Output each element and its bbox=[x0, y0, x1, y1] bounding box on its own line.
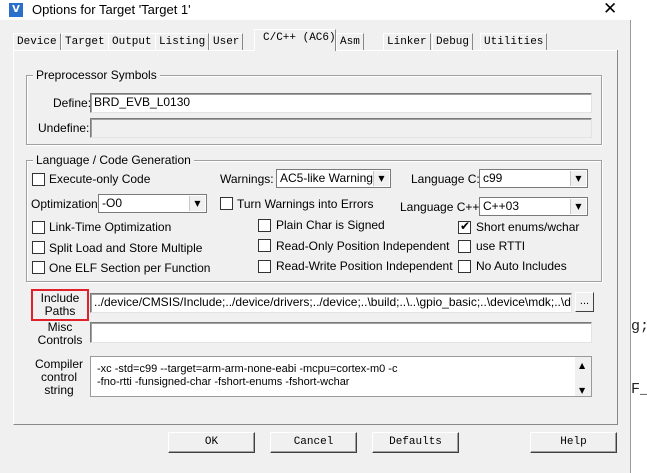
tab-target[interactable]: Target bbox=[61, 33, 109, 50]
close-icon[interactable]: ✕ bbox=[603, 0, 617, 19]
split-load-checkbox[interactable] bbox=[32, 241, 45, 254]
options-dialog: V Options for Target 'Target 1' ✕ Device… bbox=[0, 0, 631, 473]
misc-controls-label: Misc Controls bbox=[31, 321, 89, 347]
language-c-select[interactable]: c99 ▼ bbox=[479, 169, 588, 188]
undefine-input[interactable] bbox=[90, 118, 592, 138]
misc-controls-input[interactable] bbox=[90, 322, 592, 343]
chevron-down-icon: ▼ bbox=[570, 171, 586, 186]
compiler-string-line1: -xc -std=c99 --target=arm-arm-none-eabi … bbox=[97, 363, 398, 375]
warnings-label: Warnings: bbox=[220, 172, 274, 186]
include-paths-label-line2: Paths bbox=[44, 304, 76, 318]
lto-checkbox[interactable] bbox=[32, 221, 45, 234]
optimization-value: -O0 bbox=[102, 196, 123, 210]
tab-asm[interactable]: Asm bbox=[336, 33, 364, 50]
cancel-button[interactable]: Cancel bbox=[270, 432, 357, 453]
language-cpp-select[interactable]: C++03 ▼ bbox=[479, 197, 588, 216]
split-load-label: Split Load and Store Multiple bbox=[49, 241, 203, 255]
tab-listing[interactable]: Listing bbox=[155, 33, 210, 50]
turn-warnings-checkbox[interactable] bbox=[220, 197, 233, 210]
language-group-title: Language / Code Generation bbox=[33, 153, 194, 167]
plain-char-label: Plain Char is Signed bbox=[276, 218, 385, 232]
no-auto-includes-label: No Auto Includes bbox=[476, 259, 567, 273]
language-c-value: c99 bbox=[483, 171, 503, 185]
short-enums-label: Short enums/wchar bbox=[476, 220, 580, 234]
compiler-string-label-line3: string bbox=[44, 383, 74, 397]
short-enums-checkbox[interactable]: ✔ bbox=[458, 219, 471, 234]
optimization-label: Optimization: bbox=[31, 197, 102, 211]
misc-controls-label-line2: Controls bbox=[37, 333, 83, 347]
tab-device[interactable]: Device bbox=[13, 33, 61, 50]
rtti-checkbox[interactable] bbox=[458, 240, 471, 253]
checkmark-icon: ✔ bbox=[460, 219, 471, 233]
tab-user[interactable]: User bbox=[209, 33, 244, 50]
defaults-button[interactable]: Defaults bbox=[372, 432, 459, 453]
one-elf-label: One ELF Section per Function bbox=[49, 261, 211, 275]
scroll-down-icon[interactable]: ▼ bbox=[579, 384, 585, 398]
tab-linker[interactable]: Linker bbox=[383, 33, 431, 50]
tab-output[interactable]: Output bbox=[108, 33, 156, 50]
help-button[interactable]: Help bbox=[530, 432, 617, 453]
ok-button[interactable]: OK bbox=[168, 432, 255, 453]
include-paths-input[interactable]: ../device/CMSIS/Include;../device/driver… bbox=[90, 293, 572, 313]
window-title: Options for Target 'Target 1' bbox=[32, 2, 191, 17]
rwpi-checkbox[interactable] bbox=[258, 260, 271, 273]
define-label: Define: bbox=[53, 96, 92, 110]
no-auto-includes-checkbox[interactable] bbox=[458, 260, 471, 273]
compiler-string-label: Compiler control string bbox=[29, 358, 89, 397]
preprocessor-group-title: Preprocessor Symbols bbox=[33, 68, 160, 82]
tab-debug[interactable]: Debug bbox=[432, 33, 474, 50]
tab-utilities[interactable]: Utilities bbox=[480, 33, 548, 50]
include-paths-label: Include Paths bbox=[31, 292, 89, 318]
compiler-string-scrollbar[interactable]: ▲ ▼ bbox=[575, 357, 591, 396]
include-paths-browse-button[interactable]: ... bbox=[575, 292, 594, 312]
language-c-label: Language C: bbox=[411, 172, 480, 186]
ropi-label: Read-Only Position Independent bbox=[276, 239, 450, 253]
uvision-logo-icon: V bbox=[9, 3, 23, 17]
scroll-up-icon[interactable]: ▲ bbox=[579, 359, 585, 373]
language-cpp-label: Language C++: bbox=[400, 200, 483, 214]
rtti-label: use RTTI bbox=[476, 239, 526, 253]
lto-label: Link-Time Optimization bbox=[49, 220, 172, 234]
compiler-string-line2: -fno-rtti -funsigned-char -fshort-enums … bbox=[97, 376, 350, 388]
execute-only-checkbox[interactable] bbox=[32, 173, 45, 186]
execute-only-label: Execute-only Code bbox=[49, 172, 151, 186]
chevron-down-icon: ▼ bbox=[373, 171, 389, 186]
undefine-label: Undefine: bbox=[38, 121, 90, 135]
tab-c-cpp-ac6[interactable]: C/C++ (AC6) bbox=[254, 29, 336, 51]
rwpi-label: Read-Write Position Independent bbox=[276, 259, 453, 273]
background-code-text: F_ bbox=[631, 381, 647, 398]
title-bar: V Options for Target 'Target 1' ✕ bbox=[0, 0, 631, 20]
chevron-down-icon: ▼ bbox=[189, 196, 205, 211]
background-code-text: g; bbox=[631, 318, 647, 335]
plain-char-checkbox[interactable] bbox=[258, 219, 271, 232]
warnings-select[interactable]: AC5-like Warnings ▼ bbox=[276, 169, 391, 188]
one-elf-checkbox[interactable] bbox=[32, 261, 45, 274]
compiler-string-textarea[interactable]: -xc -std=c99 --target=arm-arm-none-eabi … bbox=[90, 356, 592, 397]
chevron-down-icon: ▼ bbox=[570, 199, 586, 214]
ropi-checkbox[interactable] bbox=[258, 239, 271, 252]
language-cpp-value: C++03 bbox=[483, 199, 520, 213]
turn-warnings-label: Turn Warnings into Errors bbox=[237, 197, 374, 211]
optimization-select[interactable]: -O0 ▼ bbox=[98, 194, 207, 213]
define-input[interactable]: BRD_EVB_L0130 bbox=[90, 93, 592, 113]
warnings-value: AC5-like Warnings bbox=[280, 171, 379, 185]
